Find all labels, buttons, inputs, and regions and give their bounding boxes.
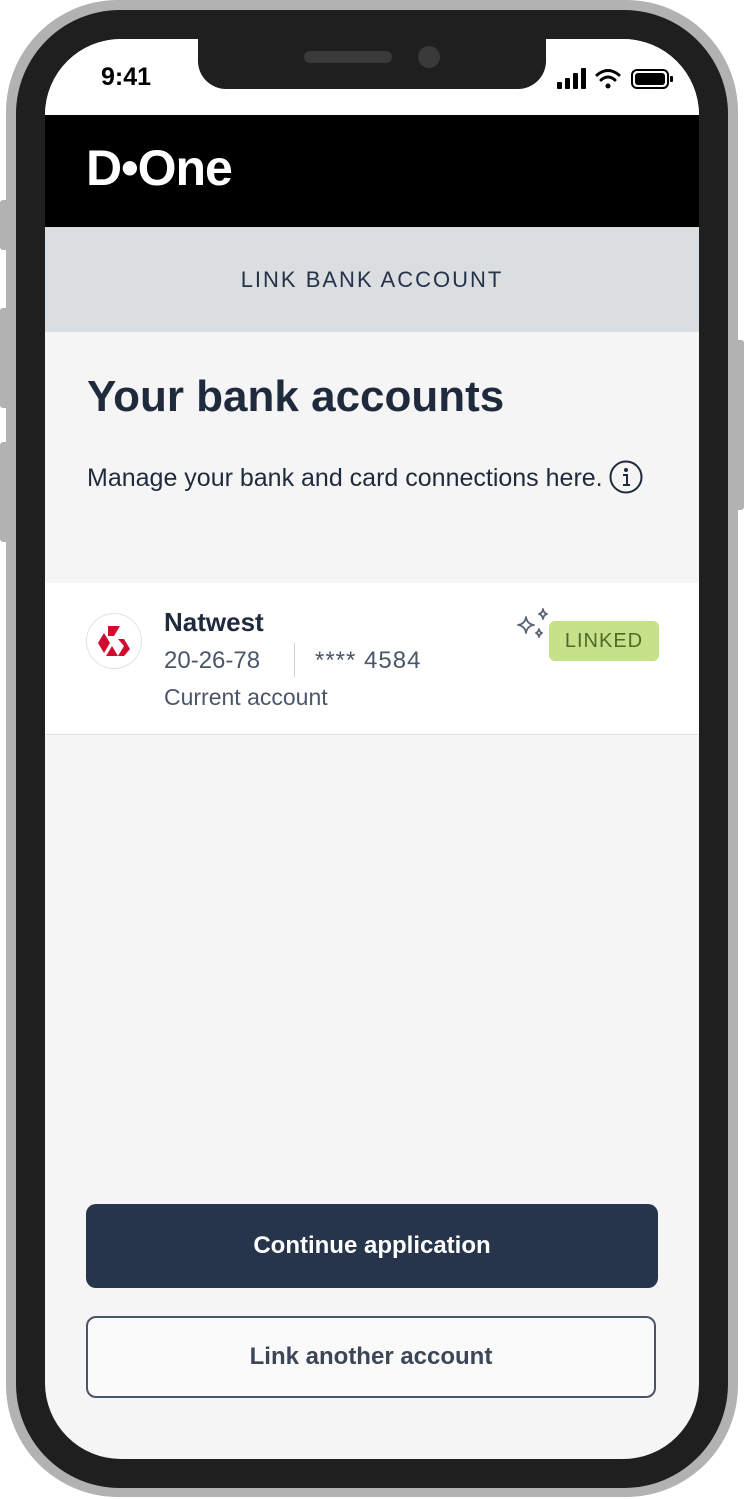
bank-name: Natwest: [164, 607, 264, 637]
status-time: 9:41: [101, 63, 152, 91]
page-description-text: Manage your bank and card connections he…: [87, 464, 603, 492]
mute-switch: [0, 200, 8, 250]
subheader: LINK BANK ACCOUNT: [45, 227, 699, 332]
page-description: Manage your bank and card connections he…: [87, 457, 647, 508]
account-card[interactable]: Natwest 20-26-78 **** 4584 Current accou…: [45, 583, 699, 735]
front-camera: [418, 46, 440, 68]
link-another-account-button[interactable]: Link another account: [86, 1316, 656, 1398]
brand-header: D•One: [45, 115, 699, 227]
detail-divider: [294, 643, 295, 677]
sparkle-icon: [514, 607, 554, 648]
signal-icon: [557, 68, 586, 89]
speaker: [304, 51, 392, 63]
page-title: Your bank accounts: [87, 372, 505, 421]
account-type: Current account: [164, 684, 328, 710]
account-number: **** 4584: [315, 647, 422, 674]
sort-code: 20-26-78: [164, 647, 261, 674]
notch: [198, 39, 546, 89]
phone-mockup: 9:41 D•One LINK BANK ACCOUNT Your bank a…: [0, 0, 744, 1499]
continue-application-button[interactable]: Continue application: [86, 1204, 658, 1288]
info-icon[interactable]: [609, 460, 643, 508]
subheader-title: LINK BANK ACCOUNT: [240, 266, 504, 292]
wifi-icon: [595, 69, 621, 89]
status-bar: 9:41: [45, 39, 699, 115]
volume-up-button: [0, 308, 8, 408]
volume-down-button: [0, 442, 8, 542]
status-icons: [557, 68, 675, 95]
battery-icon: [631, 69, 673, 89]
linked-status-badge: LINKED: [549, 621, 659, 661]
natwest-logo-icon: [86, 613, 142, 669]
brand-logo: D•One: [86, 140, 233, 196]
screen: 9:41 D•One LINK BANK ACCOUNT Your bank a…: [45, 39, 699, 1459]
power-button: [736, 340, 744, 510]
